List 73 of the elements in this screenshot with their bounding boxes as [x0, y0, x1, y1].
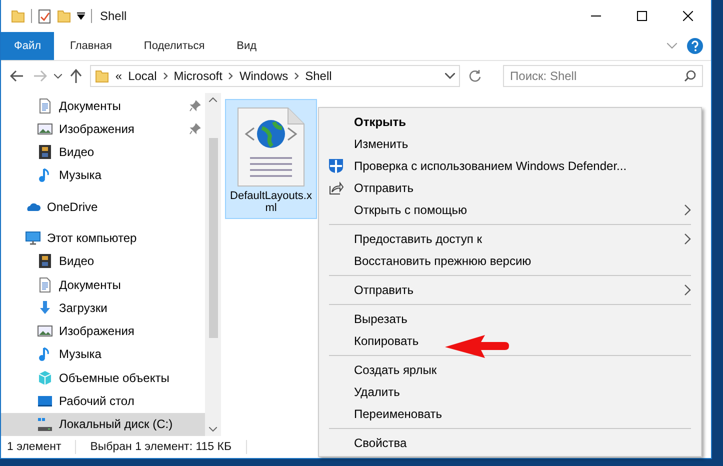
- menu-item[interactable]: Отправить: [319, 279, 701, 301]
- sidebar-item[interactable]: Изображения: [1, 117, 205, 141]
- overflow-crumb[interactable]: «: [115, 69, 122, 83]
- picture-icon: [37, 323, 53, 340]
- shield-icon: [328, 158, 344, 174]
- chevron-icon[interactable]: [294, 72, 300, 80]
- scroll-up-icon[interactable]: [209, 97, 217, 102]
- chevron-icon[interactable]: [162, 72, 168, 80]
- sidebar-item[interactable]: Видео: [1, 250, 205, 273]
- menu-item[interactable]: Копировать: [319, 330, 701, 352]
- menu-item[interactable]: Создать ярлык: [319, 359, 701, 381]
- search-field[interactable]: Поиск: Shell: [503, 65, 704, 87]
- drive-icon: [37, 416, 53, 432]
- document-icon: [37, 98, 53, 114]
- ribbon-tab[interactable]: Поделиться: [128, 32, 221, 60]
- up-button[interactable]: [68, 67, 84, 85]
- sidebar-item[interactable]: Документы: [1, 272, 205, 296]
- monitor-icon: [25, 230, 41, 246]
- breadcrumb[interactable]: Microsoft: [174, 69, 222, 83]
- film-icon: [37, 253, 53, 270]
- selection-info: Выбран 1 элемент: 115 КБ: [90, 441, 232, 453]
- share-icon: [328, 180, 344, 196]
- ribbon-tab[interactable]: Файл: [1, 32, 54, 60]
- sidebar-item[interactable]: Изображения: [1, 320, 205, 343]
- close-icon[interactable]: [683, 11, 693, 21]
- menu-item[interactable]: Свойства: [319, 432, 701, 454]
- ribbon-tab[interactable]: Главная: [54, 32, 128, 60]
- down-arrow-icon: [37, 300, 53, 316]
- menu-item[interactable]: Вырезать: [319, 308, 701, 330]
- menu-item[interactable]: Открыть: [319, 111, 701, 133]
- menu-item[interactable]: Проверка с использованием Windows Defender...: [319, 155, 701, 177]
- expand-ribbon-icon[interactable]: [667, 43, 677, 49]
- menu-item[interactable]: Предоставить доступ к: [319, 228, 701, 250]
- sidebar-item[interactable]: Музыка: [1, 342, 205, 366]
- menu-item[interactable]: Переименовать: [319, 403, 701, 425]
- recent-locations-icon[interactable]: [54, 74, 62, 78]
- picture-icon: [37, 120, 53, 137]
- scrollbar[interactable]: [205, 93, 221, 436]
- menu-item[interactable]: Открыть с помощью: [319, 199, 701, 221]
- menu-item[interactable]: Удалить: [319, 381, 701, 403]
- scroll-down-icon[interactable]: [209, 427, 217, 432]
- document-icon: [37, 276, 53, 293]
- pointer-arrow-icon: [445, 334, 509, 358]
- item-count: 1 элемент: [7, 441, 62, 453]
- menu-item[interactable]: Восстановить прежнюю версию: [319, 250, 701, 272]
- sidebar-item[interactable]: Музыка: [1, 164, 205, 188]
- menu-item[interactable]: Изменить: [319, 133, 701, 155]
- checklist-icon[interactable]: [38, 8, 51, 24]
- sidebar-item[interactable]: Документы: [1, 94, 205, 118]
- window-title: Shell: [100, 9, 127, 23]
- search-icon: [684, 70, 696, 82]
- sidebar-item[interactable]: Видео: [1, 140, 205, 164]
- cube-icon: [37, 370, 53, 386]
- file-item[interactable]: DefaultLayouts.xml: [225, 99, 317, 219]
- menu-item[interactable]: Отправить: [319, 177, 701, 199]
- sidebar-item[interactable]: OneDrive: [1, 195, 205, 218]
- maximize-icon[interactable]: [637, 11, 647, 21]
- film-icon: [37, 144, 53, 160]
- sidebar-item[interactable]: Объемные объекты: [1, 366, 205, 390]
- chevron-icon[interactable]: [228, 72, 234, 80]
- desktop-icon: [37, 393, 53, 410]
- breadcrumb[interactable]: Windows: [239, 69, 288, 83]
- help-icon[interactable]: [687, 38, 703, 54]
- sidebar-item[interactable]: Локальный диск (C:): [1, 412, 205, 436]
- breadcrumb[interactable]: Local: [128, 69, 157, 83]
- address-field[interactable]: « Local Microsoft Windows Shell: [90, 65, 460, 87]
- sidebar-item[interactable]: Рабочий стол: [1, 389, 205, 413]
- ribbon-tab[interactable]: Вид: [220, 32, 273, 60]
- dropdown-icon[interactable]: [445, 73, 456, 79]
- sidebar-item[interactable]: Этот компьютер: [1, 226, 205, 250]
- dropdown-icon[interactable]: [77, 12, 85, 20]
- sidebar-item[interactable]: Загрузки: [1, 296, 205, 320]
- breadcrumb[interactable]: Shell: [305, 69, 332, 83]
